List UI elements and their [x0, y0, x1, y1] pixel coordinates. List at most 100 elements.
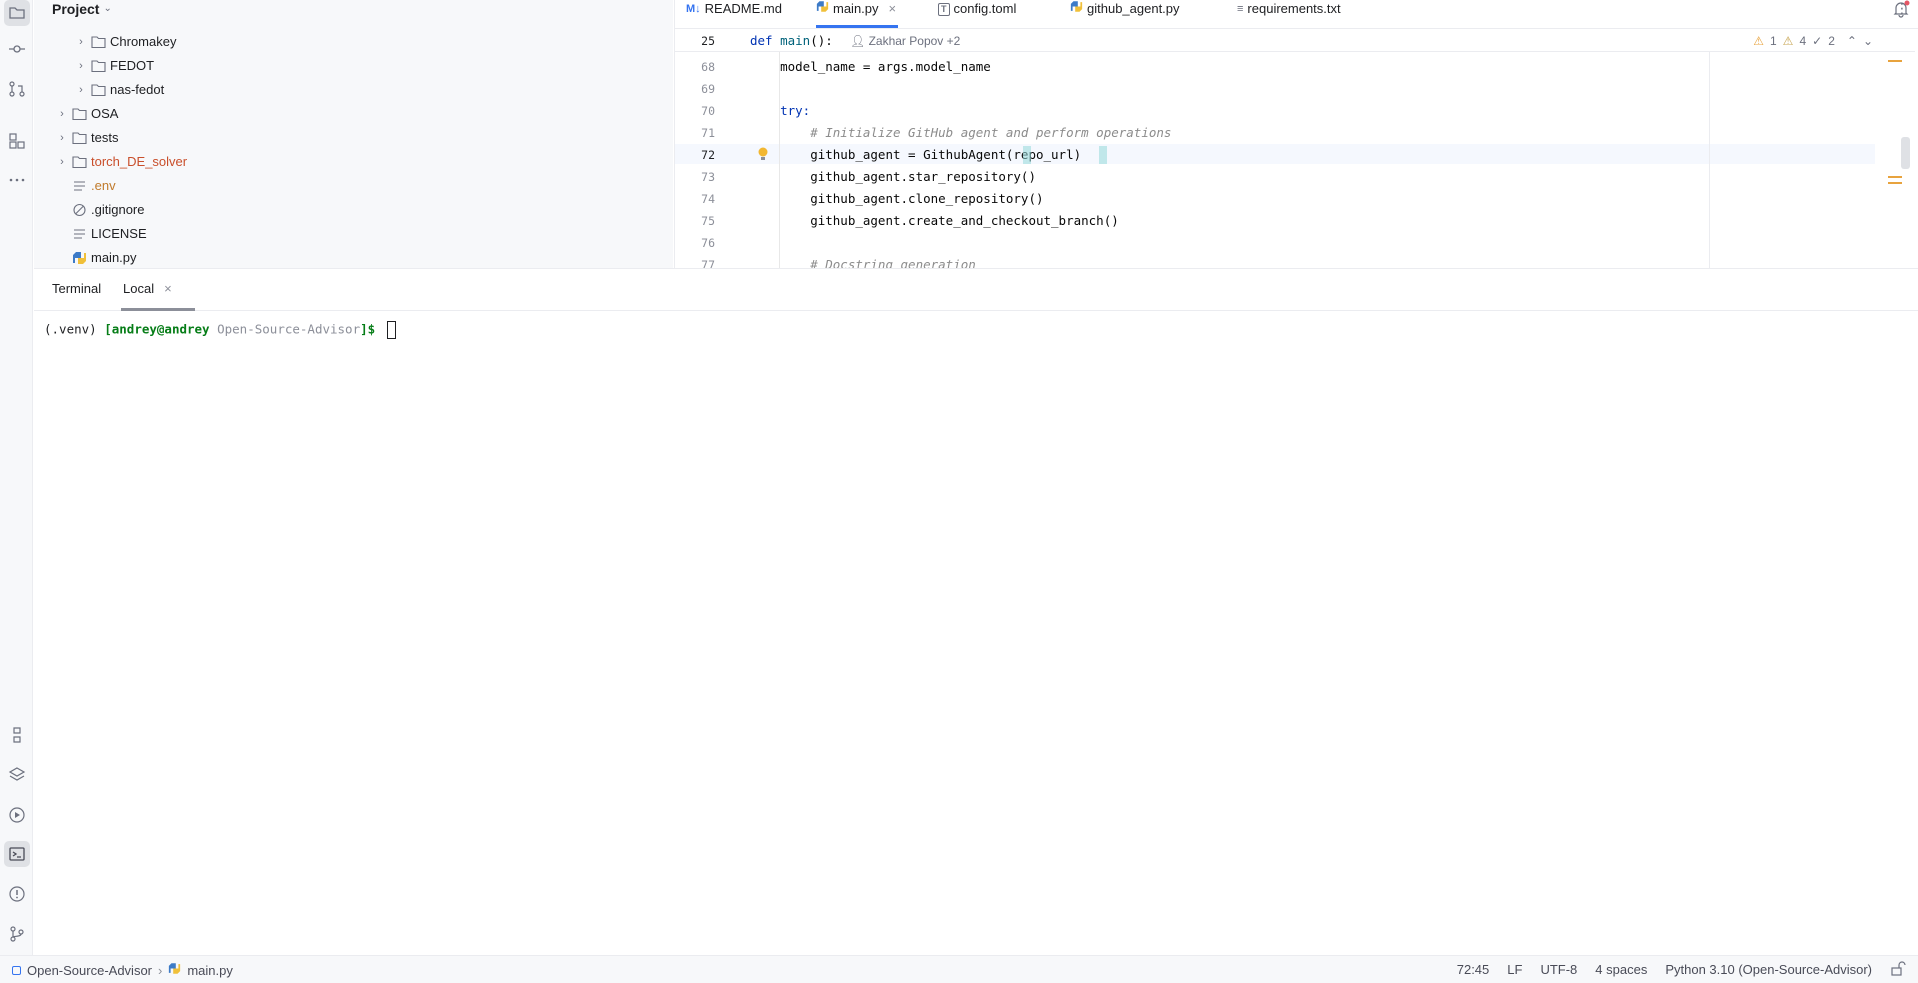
tool-window-strip: [0, 0, 33, 955]
tree-item-main-py[interactable]: main.py: [70, 246, 137, 268]
line-separator[interactable]: LF: [1507, 962, 1522, 977]
code-line[interactable]: # Initialize GitHub agent and perform op…: [750, 122, 1171, 144]
text-file-icon: [70, 178, 88, 194]
python-packages-icon[interactable]: [4, 762, 30, 788]
folder-icon: [70, 130, 88, 146]
code-line[interactable]: model_name = args.model_name: [750, 56, 991, 78]
code-line[interactable]: # Docstring generation: [750, 254, 976, 268]
toml-icon: T: [938, 3, 950, 16]
error-stripe-marker[interactable]: [1888, 60, 1902, 62]
terminal-icon[interactable]: [4, 841, 30, 867]
python-file-icon: [1070, 0, 1083, 18]
tab-local[interactable]: Local ×: [123, 281, 172, 296]
caret-position[interactable]: 72:45: [1457, 962, 1490, 977]
more-tools-icon[interactable]: [4, 167, 30, 193]
tab-config-toml[interactable]: T config.toml: [938, 0, 1016, 28]
indent-setting[interactable]: 4 spaces: [1595, 962, 1647, 977]
code-line[interactable]: github_agent.star_repository(): [750, 166, 1036, 188]
editor-scrollbar[interactable]: [1901, 137, 1910, 169]
python-interpreter[interactable]: Python 3.10 (Open-Source-Advisor): [1665, 962, 1872, 977]
folder-icon: [89, 82, 107, 98]
chevron-up-icon[interactable]: ⌃: [1847, 30, 1857, 52]
chevron-right-icon: ›: [60, 108, 64, 120]
line-number: 75: [701, 214, 715, 228]
status-widgets: 72:45 LF UTF-8 4 spaces Python 3.10 (Ope…: [1457, 962, 1872, 977]
tree-item-license[interactable]: LICENSE: [70, 222, 147, 246]
warning-icon: ⚠: [1753, 34, 1764, 48]
file-encoding[interactable]: UTF-8: [1540, 962, 1577, 977]
folder-icon: [70, 106, 88, 122]
close-icon[interactable]: ×: [164, 281, 172, 296]
chevron-down-icon[interactable]: ⌄: [1863, 30, 1873, 52]
active-tab-indicator: [121, 308, 195, 311]
code-line[interactable]: github_agent.create_and_checkout_branch(…: [750, 210, 1119, 232]
breadcrumb-project[interactable]: Open-Source-Advisor: [27, 963, 152, 978]
line-number: 68: [701, 60, 715, 74]
tree-item-fedot[interactable]: › FEDOT: [73, 54, 154, 78]
author-hint[interactable]: 👤︎ Zakhar Popov +2: [850, 30, 960, 52]
error-stripe-marker[interactable]: [1888, 176, 1902, 178]
paren-match-highlight: [1023, 146, 1031, 164]
tree-item-chromakey[interactable]: › Chromakey: [73, 30, 176, 54]
tree-item-gitignore[interactable]: .gitignore: [70, 198, 144, 222]
tree-item-label: FEDOT: [110, 58, 155, 73]
tree-item-nas-fedot[interactable]: › nas-fedot: [73, 78, 164, 102]
project-panel-header[interactable]: Project ⌄: [52, 0, 112, 18]
text-file-icon: [70, 226, 88, 242]
tab-readme[interactable]: M↓ README.md: [686, 0, 782, 28]
chevron-right-icon: ›: [60, 156, 64, 168]
terminal-prompt[interactable]: (.venv) [andrey@andrey Open-Source-Advis…: [44, 321, 396, 339]
pull-requests-icon[interactable]: [4, 76, 30, 102]
tab-label: main.py: [833, 1, 879, 16]
tree-item-label: OSA: [91, 106, 119, 121]
markdown-icon: M↓: [686, 3, 701, 15]
project-folder-icon[interactable]: [4, 0, 30, 26]
tab-github-agent[interactable]: github_agent.py: [1070, 0, 1180, 28]
person-icon: 👤︎: [850, 34, 866, 48]
code-line[interactable]: try:: [750, 100, 810, 122]
line-number: 25: [701, 34, 715, 48]
tab-main-py[interactable]: main.py ×: [816, 0, 899, 28]
editor: M↓ README.md main.py × T config.toml git…: [674, 0, 1918, 268]
line-number: 73: [701, 170, 715, 184]
folder-icon: [89, 34, 107, 50]
problems-icon[interactable]: [4, 881, 30, 907]
line-number: 76: [701, 236, 715, 250]
line-number: 69: [701, 82, 715, 96]
python-console-icon[interactable]: [4, 722, 30, 748]
terminal-title: Terminal: [52, 281, 102, 296]
services-icon[interactable]: [4, 802, 30, 828]
unlock-icon[interactable]: [1890, 961, 1906, 977]
project-title: Project: [52, 1, 100, 17]
error-stripe-marker[interactable]: [1888, 182, 1902, 184]
tree-item-env[interactable]: .env: [70, 174, 116, 198]
line-number: 74: [701, 192, 715, 206]
close-icon[interactable]: ×: [889, 0, 897, 18]
code-line[interactable]: github_agent = GithubAgent(repo_url): [750, 144, 1081, 166]
inspection-widget[interactable]: ⚠ 1 ⚠ 4 ✓ 2 ⌃ ⌄: [1753, 30, 1873, 52]
prompt-end: ]$: [360, 321, 383, 337]
chevron-right-icon: ›: [79, 36, 83, 48]
text-file-icon: ≡: [1237, 3, 1244, 15]
author-name: Zakhar Popov +2: [868, 34, 961, 48]
project-panel: Project ⌄ › Chromakey › FEDOT › nas-fedo…: [34, 0, 673, 268]
code-line[interactable]: github_agent.clone_repository(): [750, 188, 1043, 210]
terminal-cursor: [386, 321, 396, 339]
breadcrumb: Open-Source-Advisor › main.py: [12, 962, 233, 978]
editor-tabs: M↓ README.md main.py × T config.toml git…: [675, 0, 1918, 29]
typo-icon: ✓: [1812, 34, 1823, 48]
breadcrumb-file[interactable]: main.py: [187, 963, 233, 978]
line-number: 70: [701, 104, 715, 118]
git-icon[interactable]: [4, 921, 30, 947]
notifications-bell-icon[interactable]: [1892, 0, 1910, 18]
structure-icon[interactable]: [4, 128, 30, 154]
tab-requirements[interactable]: ≡ requirements.txt: [1237, 0, 1341, 28]
commit-icon[interactable]: [4, 36, 30, 62]
tree-item-tests[interactable]: › tests: [54, 126, 118, 150]
tab-label: Local: [123, 281, 155, 296]
paren-match-highlight: [1099, 146, 1107, 164]
tree-item-label: .gitignore: [91, 202, 145, 217]
tree-item-osa[interactable]: › OSA: [54, 102, 118, 126]
sticky-scroll-line[interactable]: 25 def main(): 👤︎ Zakhar Popov +2 ⚠ 1 ⚠ 4 …: [675, 30, 1915, 52]
tree-item-torch-de-solver[interactable]: › torch_DE_solver: [54, 150, 187, 174]
